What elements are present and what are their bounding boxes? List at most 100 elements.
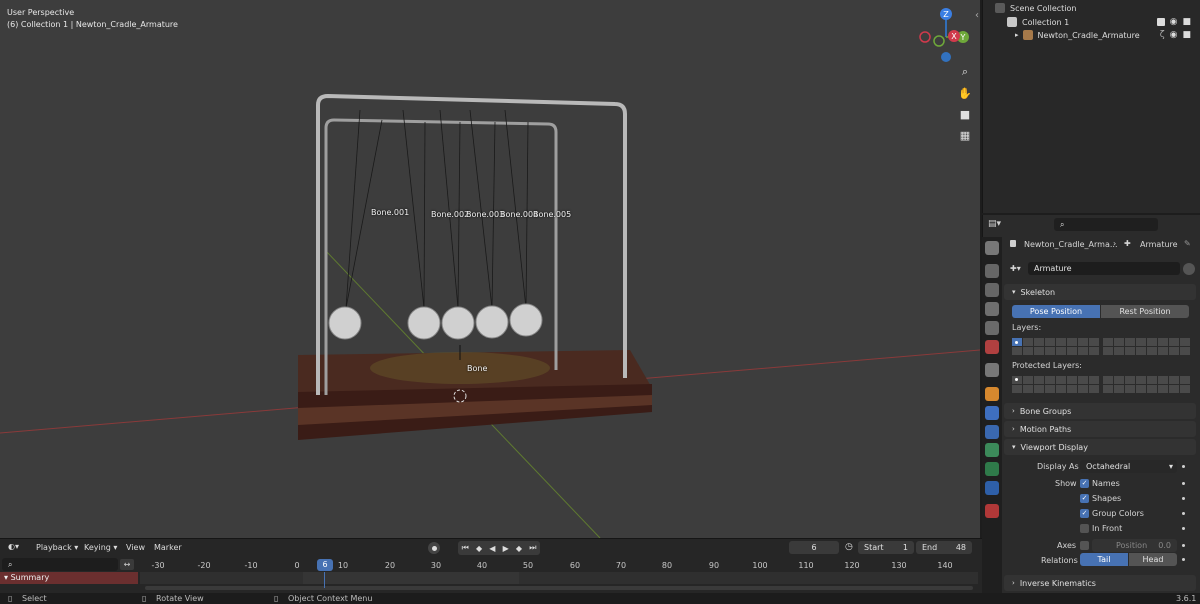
frame-tick: 0 [294,561,300,570]
collection-tab-icon[interactable] [985,363,999,377]
viewport-display-title: Viewport Display [1020,442,1088,452]
output-tab-icon[interactable] [985,283,999,297]
zoom-icon[interactable]: ⌕ [956,63,974,81]
rest-position-button[interactable]: Rest Position [1101,305,1189,318]
protected-grid-right[interactable] [1103,376,1190,393]
bone-label[interactable]: Bone [467,364,487,373]
object-tab-icon[interactable] [985,387,999,401]
position-value: 0.0 [1158,541,1171,550]
layers-grid-left[interactable] [1012,338,1099,355]
outliner-scene-collection[interactable]: Scene Collection [983,1,1200,15]
current-frame-field[interactable]: 6 [789,541,839,554]
frame-tick: 10 [337,561,349,570]
constraint-tab-icon[interactable] [985,481,999,495]
grid-icon[interactable]: ▦ [956,126,974,144]
motion-paths-panel-header[interactable]: › Motion Paths [1004,421,1196,437]
view-menu[interactable]: View [126,543,145,552]
dopesheet-summary-row[interactable] [140,572,978,584]
bone-label[interactable]: Bone.001 [371,208,409,217]
stopwatch-icon[interactable]: ◷ [845,542,853,552]
start-frame-field[interactable]: Start 1 [858,541,914,554]
keying-menu[interactable]: Keying ▾ [84,543,117,552]
protected-grid-left[interactable] [1012,376,1099,393]
exclude-checkbox[interactable] [1156,18,1165,26]
layers-grid-right[interactable] [1103,338,1190,355]
camera-icon[interactable]: ■ [956,105,974,123]
bone-groups-panel-header[interactable]: › Bone Groups [1004,403,1196,419]
status-bar: ▯ Select ▯ Rotate View ▯ Object Context … [0,593,1200,604]
editor-type-icon[interactable]: ◐▾ [8,542,19,551]
status-select: Select [22,594,47,603]
expand-arrow-icon[interactable]: ▸ [1015,31,1019,39]
relations-head-button[interactable]: Head [1129,553,1177,566]
mouse-middle-icon: ▯ [142,594,147,603]
outliner[interactable]: Scene Collection Collection 1 ◉ ■ ▸ Newt… [982,0,1200,213]
play-icon[interactable]: ▶ [503,544,509,553]
chevron-down-icon: ▾ [4,573,9,582]
record-button[interactable] [428,542,440,554]
swap-icon[interactable]: ↔ [120,559,134,570]
summary-channel[interactable]: ▾ Summary [0,572,138,584]
viewport-display-panel-header[interactable]: ▾ Viewport Display [1004,439,1196,455]
group-colors-checkbox[interactable]: ✓ [1080,509,1089,518]
axes-position-field[interactable]: Position 0.0 [1092,539,1177,552]
modifier-tab-icon[interactable] [985,406,999,420]
pose-position-button[interactable]: Pose Position [1012,305,1100,318]
z-axis-label: Z [943,10,949,19]
in-front-checkbox[interactable] [1080,524,1089,533]
physics-tab-icon[interactable] [985,425,999,439]
world-tab-icon[interactable] [985,340,999,354]
texture-tab-icon[interactable] [985,504,999,518]
jump-start-icon[interactable]: ⏮ [462,543,469,553]
bone-label[interactable]: Bone.003 [466,210,504,219]
end-label: End [922,543,938,552]
marker-menu[interactable]: Marker [154,543,182,552]
armature-data-tab-icon[interactable] [985,443,999,457]
skeleton-panel-header[interactable]: ▾ Skeleton [1004,284,1196,300]
names-checkbox[interactable]: ✓ [1080,479,1089,488]
eye-icon[interactable]: ◉ [1170,17,1178,27]
prev-keyframe-icon[interactable]: ◆ [476,544,482,553]
camera-icon[interactable]: ■ [1182,17,1191,27]
display-as-dropdown[interactable]: Octahedral ▾ [1080,460,1177,473]
inverse-kinematics-panel-header[interactable]: › Inverse Kinematics [1004,575,1196,591]
end-frame-field[interactable]: End 48 [916,541,972,554]
timeline-search[interactable]: ⌕ [2,558,118,571]
3d-viewport[interactable]: User Perspective (6) Collection 1 | Newt… [0,0,980,538]
scene-tab-icon[interactable] [985,321,999,335]
camera-icon[interactable]: ■ [1182,30,1191,40]
axes-checkbox[interactable] [1080,541,1089,550]
collection-icon [995,3,1005,13]
view-layer-tab-icon[interactable] [985,302,999,316]
bone-label[interactable]: Bone.005 [533,210,571,219]
frame-tick: -30 [151,561,165,570]
play-reverse-icon[interactable]: ◀ [489,544,495,553]
chevron-left-icon[interactable]: ‹ [975,10,979,21]
timeline-scrollbar[interactable] [145,586,973,590]
bone-tab-icon[interactable] [985,462,999,476]
relations-tail-button[interactable]: Tail [1080,553,1128,566]
shapes-checkbox[interactable]: ✓ [1080,494,1089,503]
navigation-gizmo[interactable]: Z Y X [915,5,975,65]
editor-type-icon[interactable]: ▤▾ [988,219,1001,229]
tool-tab-icon[interactable] [985,241,999,255]
status-rotate: Rotate View [156,594,204,603]
end-value: 48 [955,543,966,552]
eye-icon[interactable]: ◉ [1170,30,1178,40]
chevron-right-icon: › [1012,579,1015,587]
outliner-object-row[interactable]: ▸ Newton_Cradle_Armature ζ ◉ ■ [983,28,1200,42]
outliner-collection-row[interactable]: Collection 1 ◉ ■ [983,15,1200,29]
armature-datablock-icon[interactable]: ✚▾ [1010,264,1021,273]
hand-icon[interactable]: ✋ [956,84,974,102]
datablock-name-field[interactable]: Armature [1028,262,1180,275]
playhead-handle[interactable]: 6 [317,559,333,571]
next-keyframe-icon[interactable]: ◆ [516,544,522,553]
jump-end-icon[interactable]: ⏭ [529,543,536,553]
properties-search[interactable]: ⌕ [1054,218,1158,231]
render-tab-icon[interactable] [985,264,999,278]
display-as-value: Octahedral [1086,462,1131,471]
pin-icon[interactable]: ✎ [1184,239,1191,248]
bone-label[interactable]: Bone.002 [431,210,469,219]
fake-user-icon[interactable] [1183,263,1195,275]
playback-menu[interactable]: Playback ▾ [36,543,78,552]
